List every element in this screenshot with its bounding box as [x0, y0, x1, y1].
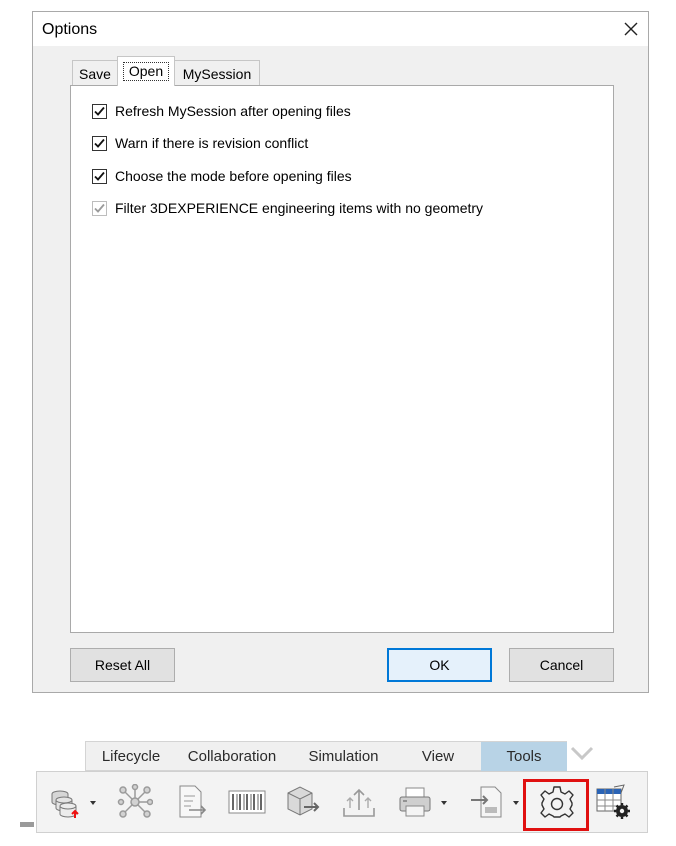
option-label: Filter 3DEXPERIENCE engineering items wi…: [115, 200, 484, 216]
tool-database-update[interactable]: [45, 782, 85, 822]
tab-open-label: Open: [122, 62, 170, 81]
tab-tools[interactable]: Tools: [481, 742, 567, 771]
tool-network-graph[interactable]: [115, 782, 155, 822]
barcode-icon: [228, 790, 266, 814]
tab-collaboration-label: Collaboration: [187, 748, 277, 765]
checkmark-icon: [94, 171, 105, 181]
title-bar: Options: [33, 12, 648, 46]
chevron-down-icon: [570, 746, 594, 761]
tab-collaboration[interactable]: Collaboration: [177, 742, 287, 771]
highlight-box-gear: [523, 779, 589, 831]
ok-label: OK: [429, 657, 450, 673]
tab-lifecycle[interactable]: Lifecycle: [91, 742, 171, 771]
checkbox-warn-revision-conflict[interactable]: [92, 135, 107, 151]
tab-open[interactable]: Open: [117, 56, 175, 86]
checkbox-filter-no-geometry: [92, 200, 107, 216]
option-choose-mode[interactable]: Choose the mode before opening files: [92, 166, 352, 186]
tool-document-compare[interactable]: [172, 782, 212, 822]
cancel-button[interactable]: Cancel: [509, 648, 614, 682]
decorative-bar: [20, 822, 34, 827]
option-label: Warn if there is revision conflict: [115, 135, 309, 151]
dialog-title: Options: [42, 21, 98, 38]
option-label: Choose the mode before opening files: [115, 168, 352, 184]
checkbox-refresh-mysession[interactable]: [92, 103, 107, 119]
package-export-icon: [287, 786, 320, 816]
tab-panel-open: Refresh MySession after opening files Wa…: [70, 85, 614, 633]
tab-simulation-label: Simulation: [308, 748, 379, 765]
option-warn-revision-conflict[interactable]: Warn if there is revision conflict: [92, 133, 308, 153]
tab-save-label: Save: [79, 65, 111, 82]
close-icon: [624, 22, 638, 36]
ok-button[interactable]: OK: [387, 648, 492, 682]
tool-table-settings[interactable]: [593, 782, 633, 822]
tool-barcode[interactable]: [227, 782, 267, 822]
file-import-icon: [471, 786, 502, 818]
checkbox-choose-mode[interactable]: [92, 168, 107, 184]
tool-package-export[interactable]: [283, 782, 323, 822]
tab-mysession-label: MySession: [182, 65, 252, 82]
dropdown-arrow[interactable]: [441, 801, 447, 805]
checkmark-icon: [94, 138, 105, 148]
option-label: Refresh MySession after opening files: [115, 103, 351, 119]
document-compare-icon: [179, 785, 207, 818]
reset-all-label: Reset All: [94, 657, 151, 673]
table-settings-icon: [596, 784, 630, 819]
network-graph-icon: [117, 784, 153, 818]
ribbon-tab-bar: Lifecycle Collaboration Simulation View …: [85, 741, 567, 771]
options-dialog: Options Save Open MySession Refresh MySe…: [32, 11, 649, 693]
tab-simulation[interactable]: Simulation: [296, 742, 391, 771]
option-filter-no-geometry: Filter 3DEXPERIENCE engineering items wi…: [92, 198, 483, 218]
ribbon-collapse-button[interactable]: [568, 742, 596, 767]
tab-lifecycle-label: Lifecycle: [101, 748, 161, 765]
database-update-icon: [51, 790, 79, 818]
close-button[interactable]: [614, 12, 648, 46]
checkmark-icon: [94, 106, 105, 116]
tab-mysession[interactable]: MySession: [174, 60, 260, 86]
tool-file-import[interactable]: [467, 782, 507, 822]
tab-save[interactable]: Save: [72, 60, 118, 86]
tab-tools-label: Tools: [506, 748, 542, 765]
upload-tray-icon: [343, 788, 375, 817]
tab-view[interactable]: View: [406, 742, 470, 771]
reset-all-button[interactable]: Reset All: [70, 648, 175, 682]
dropdown-arrow[interactable]: [90, 801, 96, 805]
option-refresh-mysession[interactable]: Refresh MySession after opening files: [92, 101, 351, 121]
dropdown-arrow[interactable]: [513, 801, 519, 805]
printer-icon: [399, 787, 431, 817]
tab-view-label: View: [421, 748, 455, 765]
checkmark-icon: [94, 203, 105, 213]
cancel-label: Cancel: [539, 657, 584, 673]
tool-print[interactable]: [395, 782, 435, 822]
tool-upload[interactable]: [339, 782, 379, 822]
